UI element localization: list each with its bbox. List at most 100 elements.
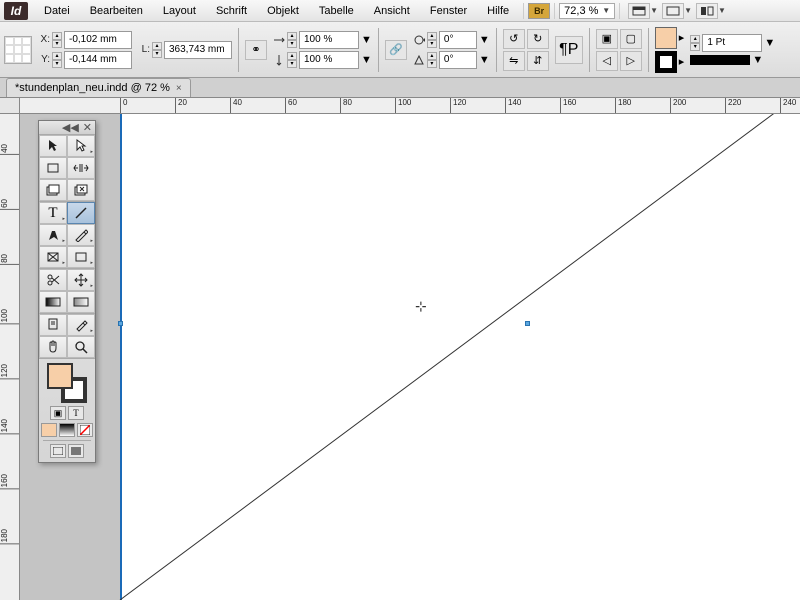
document-tab-bar: *stundenplan_neu.indd @ 72 % × [0,78,800,98]
control-bar: X:▴▾-0,102 mm Y:▴▾-0,144 mm L:▴▾363,743 … [0,22,800,78]
stroke-style-preview[interactable] [690,55,750,65]
gradient-swatch-tool[interactable] [39,291,67,313]
arrange-button[interactable] [696,3,718,19]
select-content-button[interactable]: ▢ [620,29,642,49]
zoom-tool[interactable] [67,336,95,358]
document-tab[interactable]: *stundenplan_neu.indd @ 72 % × [6,78,191,97]
line-tool[interactable] [67,202,95,224]
reference-point-grid[interactable] [4,36,32,64]
menu-layout[interactable]: Layout [153,5,206,17]
hand-tool[interactable] [39,336,67,358]
tab-title: *stundenplan_neu.indd @ 72 % [15,82,170,94]
menu-ansicht[interactable]: Ansicht [364,5,420,17]
content-collector-tool[interactable] [39,179,67,201]
fill-color-box[interactable] [47,363,73,389]
y-label: Y: [38,54,50,65]
vertical-ruler[interactable]: 40 60 80 100 120 140 160 180 [0,114,20,600]
y-field[interactable]: -0,144 mm [64,51,132,69]
x-field[interactable]: -0,102 mm [64,31,132,49]
x-label: X: [38,34,50,45]
ruler-origin[interactable] [0,98,20,114]
stroke-weight-field[interactable]: 1 Pt [702,34,762,52]
apply-gradient-button[interactable] [59,423,75,437]
direct-selection-tool[interactable]: ▸ [67,135,95,157]
rotation-field[interactable]: 0° [439,31,477,49]
constrain-icon[interactable]: ⚭ [245,40,267,60]
shear-icon [413,54,425,66]
gradient-feather-tool[interactable] [67,291,95,313]
separator [619,3,620,19]
bridge-button[interactable]: Br [528,3,550,19]
panel-header[interactable]: ◀◀ ✕ [39,121,95,135]
menu-schrift[interactable]: Schrift [206,5,257,17]
formatting-container-button[interactable]: ▣ [50,406,66,420]
menu-bar: Id Datei Bearbeiten Layout Schrift Objek… [0,0,800,22]
horizontal-ruler[interactable]: 0 20 40 60 80 100 120 140 160 180 200 22… [20,98,800,114]
view-options-button[interactable] [662,3,684,19]
rotate-ccw-button[interactable]: ↺ [503,29,525,49]
link-icon[interactable]: 🔗 [385,40,407,60]
menu-fenster[interactable]: Fenster [420,5,477,17]
select-prev-button[interactable]: ◁ [596,51,618,71]
separator [523,3,524,19]
line-object[interactable] [20,114,800,600]
apply-none-button[interactable] [77,423,93,437]
chevron-down-icon: ▼ [718,6,726,15]
rotate-cw-button[interactable]: ↻ [527,29,549,49]
flip-h-button[interactable]: ⇋ [503,51,525,71]
formatting-text-button[interactable]: T [68,406,84,420]
length-field[interactable]: 363,743 mm [164,41,232,59]
paragraph-style-icon[interactable]: ¶P [555,36,583,64]
pencil-tool[interactable]: ▸ [67,224,95,246]
chevron-down-icon: ▼ [650,6,658,15]
normal-view-button[interactable] [50,444,66,458]
pen-tool[interactable]: ▸ [39,224,67,246]
selection-tool[interactable] [39,135,67,157]
tools-panel[interactable]: ◀◀ ✕ ▸ T▸ ▸ ▸ ▸ ▸ ▸ ▸ ▣ T [38,120,96,463]
apply-color-button[interactable] [41,423,57,437]
app-logo: Id [4,2,28,20]
flip-v-button[interactable]: ⇵ [527,51,549,71]
rectangle-frame-tool[interactable]: ▸ [39,246,67,268]
page-tool[interactable] [39,157,67,179]
selection-handle[interactable] [525,321,530,326]
scissors-tool[interactable] [39,269,67,291]
cursor-crosshair: ⊹ [415,298,427,315]
scale-x-icon [273,34,285,46]
menu-objekt[interactable]: Objekt [257,5,309,17]
content-placer-tool[interactable] [67,179,95,201]
menu-tabelle[interactable]: Tabelle [309,5,364,17]
type-tool[interactable]: T▸ [39,202,67,224]
scale-y-icon [273,54,285,66]
menu-datei[interactable]: Datei [34,5,80,17]
rotate-icon [413,34,425,46]
fill-stroke-proxy[interactable] [47,363,87,403]
chevron-down-icon: ▼ [602,6,610,15]
page-edge [120,114,122,600]
selection-handle[interactable] [118,321,123,326]
close-icon[interactable]: ✕ [83,121,92,134]
menu-hilfe[interactable]: Hilfe [477,5,519,17]
select-next-button[interactable]: ▷ [620,51,642,71]
collapse-icon[interactable]: ◀◀ [62,121,79,134]
document-canvas[interactable]: ⊹ [20,114,800,600]
note-tool[interactable] [39,314,67,336]
shear-field[interactable]: 0° [439,51,477,69]
select-container-button[interactable]: ▣ [596,29,618,49]
zoom-level-field[interactable]: 72,3 %▼ [559,3,615,19]
screen-mode-button[interactable] [628,3,650,19]
chevron-down-icon: ▼ [684,6,692,15]
preview-view-button[interactable] [68,444,84,458]
rectangle-tool[interactable]: ▸ [67,246,95,268]
stroke-swatch[interactable] [655,51,677,73]
gap-tool[interactable] [67,157,95,179]
scale-y-field[interactable]: 100 % [299,51,359,69]
menu-bearbeiten[interactable]: Bearbeiten [80,5,153,17]
separator [554,3,555,19]
l-label: L: [138,44,150,55]
free-transform-tool[interactable]: ▸ [67,269,95,291]
close-icon[interactable]: × [176,83,182,94]
fill-swatch[interactable] [655,27,677,49]
eyedropper-tool[interactable]: ▸ [67,314,95,336]
scale-x-field[interactable]: 100 % [299,31,359,49]
